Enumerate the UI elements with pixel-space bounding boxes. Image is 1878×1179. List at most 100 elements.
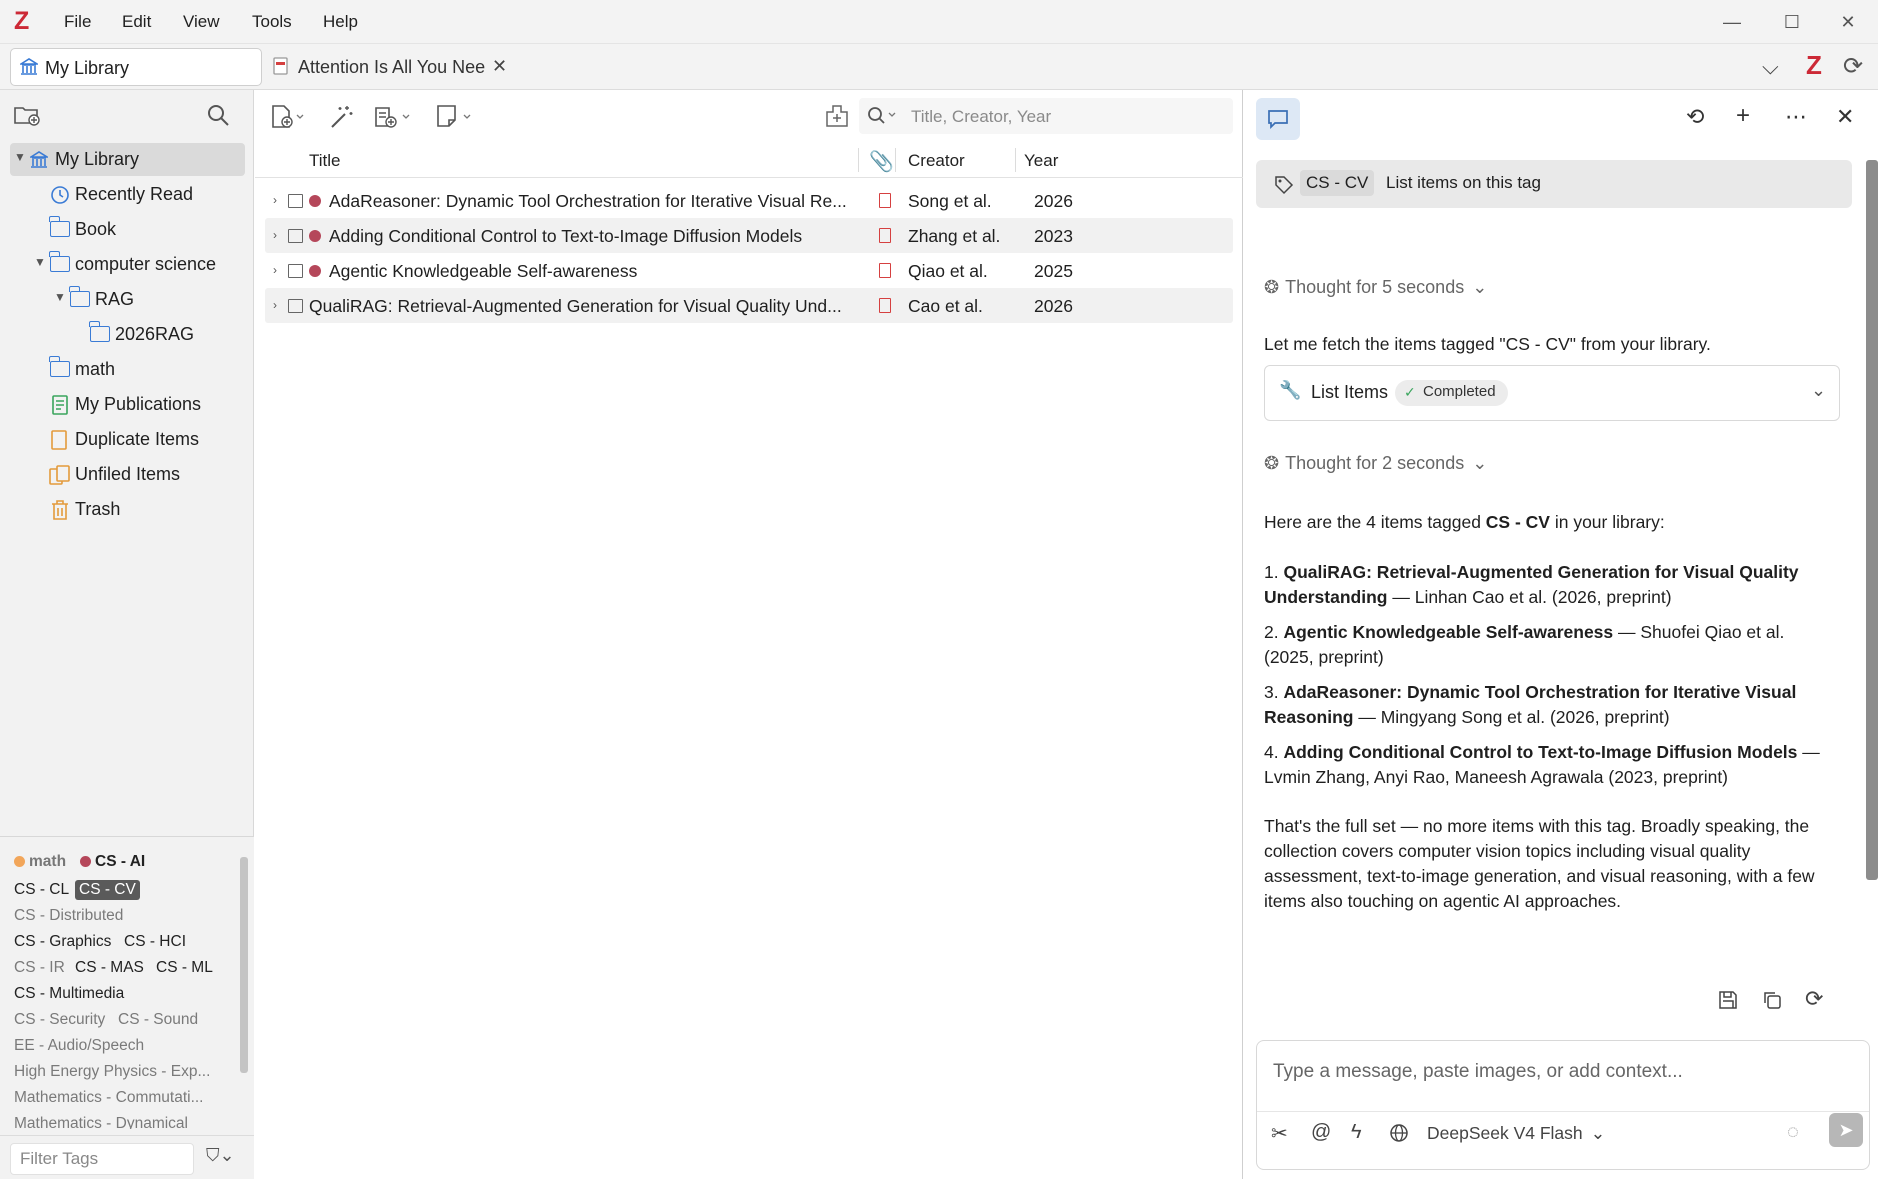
menu-help[interactable]: Help — [323, 12, 358, 32]
maximize-icon[interactable]: ☐ — [1780, 10, 1804, 34]
collection-trash[interactable]: Trash — [0, 493, 250, 526]
new-collection-icon[interactable] — [14, 104, 40, 126]
collection-2026rag[interactable]: 2026RAG — [0, 318, 250, 351]
magic-wand-icon[interactable] — [329, 104, 355, 130]
filter-tags-input[interactable]: Filter Tags — [10, 1143, 194, 1175]
tag-cs-ir[interactable]: CS - IR — [14, 959, 65, 977]
pdf-icon[interactable] — [879, 193, 891, 208]
chevron-down-icon[interactable]: ▼ — [54, 290, 66, 304]
chevron-right-icon[interactable]: › — [273, 228, 277, 242]
pdf-icon[interactable] — [879, 263, 891, 278]
column-separator[interactable] — [895, 148, 896, 172]
menu-file[interactable]: File — [64, 12, 91, 32]
mention-icon[interactable]: @ — [1311, 1121, 1331, 1144]
column-year[interactable]: Year — [1024, 151, 1058, 171]
send-button[interactable]: ➤ — [1829, 1113, 1863, 1147]
search-input[interactable]: Title, Creator, Year — [859, 98, 1233, 134]
minimize-icon[interactable]: — — [1720, 10, 1744, 34]
thought-toggle[interactable]: ❂ Thought for 2 seconds ⌄ — [1264, 453, 1487, 474]
tool-call-card[interactable]: 🔧 List Items ✓ Completed ⌄ — [1264, 365, 1840, 421]
close-icon[interactable]: ✕ — [1836, 104, 1854, 130]
copy-icon[interactable] — [1762, 990, 1782, 1010]
chevron-down-icon[interactable]: ▼ — [34, 255, 46, 269]
column-separator[interactable] — [1015, 148, 1016, 172]
menu-edit[interactable]: Edit — [122, 12, 151, 32]
chevron-right-icon[interactable]: › — [273, 263, 277, 277]
save-icon[interactable] — [1718, 990, 1738, 1010]
zotero-assistant-icon[interactable]: Z — [1806, 50, 1822, 81]
lightning-icon[interactable]: ϟ — [1351, 1121, 1362, 1144]
table-row[interactable]: › Agentic Knowledgeable Self-awareness Q… — [265, 253, 1233, 288]
locate-icon[interactable] — [823, 102, 851, 130]
close-tab-icon[interactable]: ✕ — [492, 56, 507, 77]
tag-cs-cl[interactable]: CS - CL — [14, 881, 69, 899]
column-separator[interactable] — [858, 148, 859, 172]
chat-button[interactable] — [1256, 98, 1300, 140]
collection-computer-science[interactable]: ▼ computer science — [0, 248, 250, 281]
collection-my-publications[interactable]: My Publications — [0, 388, 250, 421]
chevron-right-icon[interactable]: › — [273, 193, 277, 207]
search-icon[interactable] — [206, 103, 230, 127]
scissors-icon[interactable]: ✂ — [1271, 1121, 1288, 1146]
tag-cs-ai[interactable]: CS - AI — [80, 853, 145, 871]
menu-tools[interactable]: Tools — [252, 12, 292, 32]
tag-cs-ml[interactable]: CS - ML — [156, 959, 213, 977]
collection-book[interactable]: Book — [0, 213, 250, 246]
collection-duplicate-items[interactable]: Duplicate Items — [0, 423, 250, 456]
table-row[interactable]: › Adding Conditional Control to Text-to-… — [265, 218, 1233, 253]
table-row[interactable]: › AdaReasoner: Dynamic Tool Orchestratio… — [265, 183, 1233, 218]
item-title: AdaReasoner: Dynamic Tool Orchestration … — [329, 191, 847, 211]
message-input[interactable]: Type a message, paste images, or add con… — [1273, 1061, 1683, 1083]
column-title[interactable]: Title — [309, 151, 341, 171]
chevron-down-icon[interactable]: ▼ — [14, 150, 26, 164]
model-selector[interactable]: DeepSeek V4 Flash ⌄ — [1427, 1123, 1605, 1144]
thought-toggle[interactable]: ❂ Thought for 5 seconds ⌄ — [1264, 277, 1487, 298]
new-note-icon[interactable] — [435, 104, 475, 130]
close-window-icon[interactable]: ✕ — [1836, 10, 1860, 34]
divider — [0, 1135, 254, 1136]
collection-math[interactable]: math — [0, 353, 250, 386]
tag-mathematics-dynamical[interactable]: Mathematics - Dynamical — [14, 1115, 188, 1129]
chat-scrollbar[interactable] — [1866, 160, 1878, 880]
tag-mathematics-commutative[interactable]: Mathematics - Commutati... — [14, 1089, 204, 1107]
regenerate-icon[interactable]: ⟳ — [1805, 986, 1823, 1012]
message-input-area[interactable]: Type a message, paste images, or add con… — [1256, 1040, 1870, 1170]
tag-cs-multimedia[interactable]: CS - Multimedia — [14, 985, 124, 1003]
tag-cs-hci[interactable]: CS - HCI — [124, 933, 186, 951]
pdf-icon[interactable] — [879, 298, 891, 313]
filter-icon[interactable]: ⛉⌄ — [206, 1145, 235, 1166]
tag-cs-security[interactable]: CS - Security — [14, 1011, 105, 1029]
add-icon[interactable]: + — [1736, 102, 1750, 130]
chevron-right-icon[interactable]: › — [273, 298, 277, 312]
more-icon[interactable]: ⋯ — [1785, 104, 1807, 130]
sync-icon[interactable]: ⟳ — [1843, 52, 1863, 81]
tag-cs-graphics[interactable]: CS - Graphics — [14, 933, 111, 951]
column-creator[interactable]: Creator — [908, 151, 965, 171]
add-attachment-icon[interactable] — [373, 104, 413, 130]
tag-cs-mas[interactable]: CS - MAS — [75, 959, 144, 977]
menu-view[interactable]: View — [183, 12, 220, 32]
tag-ee-audio-speech[interactable]: EE - Audio/Speech — [14, 1037, 144, 1055]
tag-scrollbar[interactable] — [240, 857, 248, 1073]
context-banner[interactable]: CS - CV List items on this tag — [1256, 160, 1852, 208]
tag-cs-distributed[interactable]: CS - Distributed — [14, 907, 123, 925]
tag-cs-cv[interactable]: CS - CV — [75, 880, 140, 900]
chevron-down-icon[interactable]: ⌵ — [1762, 54, 1779, 80]
tag-high-energy-physics[interactable]: High Energy Physics - Exp... — [14, 1063, 210, 1081]
collection-rag[interactable]: ▼ RAG — [0, 283, 250, 316]
collection-unfiled-items[interactable]: Unfiled Items — [0, 458, 250, 491]
tab-my-library[interactable]: My Library — [10, 48, 262, 86]
new-item-icon[interactable] — [271, 104, 307, 130]
unfiled-icon — [49, 465, 70, 485]
collection-my-library[interactable]: ▼ My Library — [10, 143, 245, 176]
attachment-column-icon[interactable]: 📎 — [869, 149, 894, 174]
globe-icon[interactable] — [1389, 1123, 1409, 1143]
tag-cs-sound[interactable]: CS - Sound — [118, 1011, 198, 1029]
history-icon[interactable]: ⟲ — [1686, 104, 1704, 130]
pdf-icon[interactable] — [879, 228, 891, 243]
tab-document[interactable]: Attention Is All You Nee ✕ — [270, 48, 510, 86]
chevron-down-icon[interactable]: ⌄ — [1811, 380, 1826, 401]
collection-recently-read[interactable]: Recently Read — [0, 178, 250, 211]
table-row[interactable]: › QualiRAG: Retrieval-Augmented Generati… — [265, 288, 1233, 323]
tag-math[interactable]: math — [14, 853, 66, 871]
